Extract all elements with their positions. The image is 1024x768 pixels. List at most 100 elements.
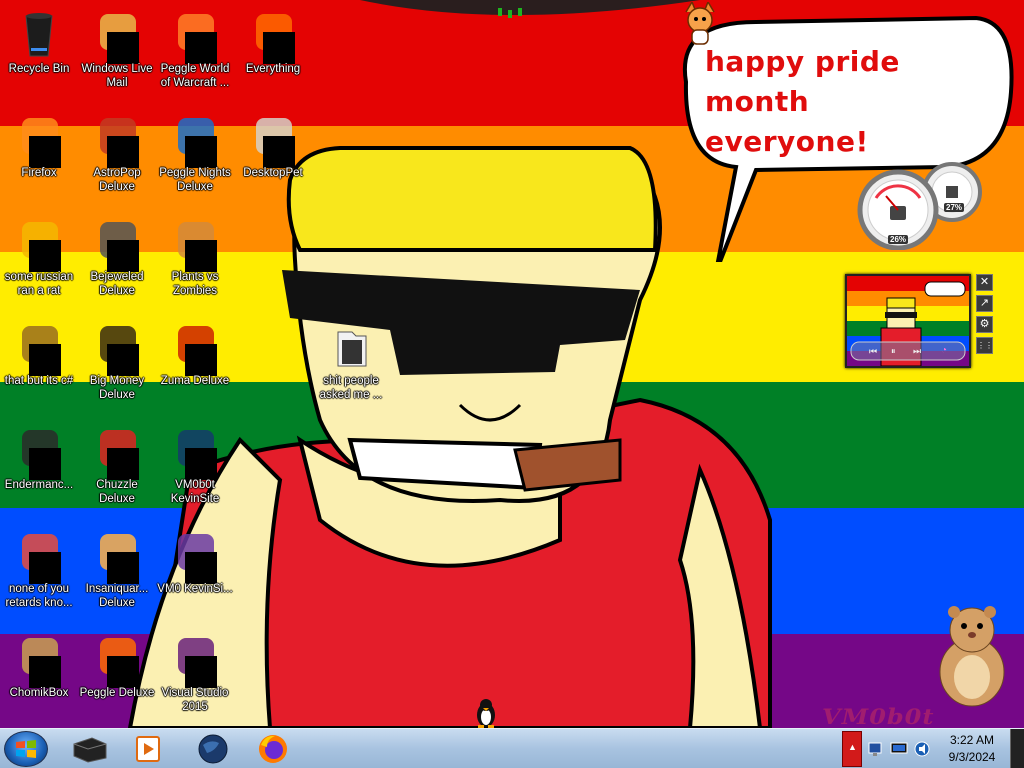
desktop-icon[interactable]: ChomikBox (0, 628, 78, 724)
desktop-icon-label: Chuzzle Deluxe (96, 479, 138, 505)
gadget-options-button[interactable]: ⚙ (976, 316, 993, 333)
desktop-icon[interactable]: Visual Studio 2015 (156, 628, 234, 724)
redacted-icon-mask (185, 448, 217, 480)
redacted-icon-mask (107, 136, 139, 168)
fox-pet-icon[interactable] (682, 2, 718, 46)
desktop-icon[interactable]: Plants vs Zombies (156, 212, 234, 308)
desktop-icon[interactable]: Windows Live Mail (78, 4, 156, 100)
taskbar-app-media-player[interactable] (120, 730, 178, 767)
redacted-icon-mask (185, 32, 217, 64)
desktop-icon[interactable]: AstroPop Deluxe (78, 108, 156, 204)
hamster-pet-icon[interactable] (932, 602, 1012, 707)
clock-time[interactable]: 3:22 AM (934, 733, 1010, 747)
desktop-icon-label: shit people asked me ... (319, 375, 383, 401)
redacted-icon-mask (29, 656, 61, 688)
desktop-icon[interactable]: Zuma Deluxe (156, 316, 234, 412)
desktop-icon[interactable]: VM0 KevinSi... (156, 524, 234, 620)
desktop-icon[interactable]: shit people asked me ... (312, 316, 390, 412)
redacted-icon-mask (107, 240, 139, 272)
redacted-icon-mask (107, 32, 139, 64)
app-icon (14, 218, 64, 272)
start-button[interactable] (4, 731, 48, 767)
memory-percent: 27% (944, 203, 965, 212)
desktop-icon[interactable]: that but its c# (0, 316, 78, 412)
desktop-icon-label: Peggle Deluxe (79, 687, 155, 699)
bejeweled-icon (92, 218, 142, 272)
visual-studio-icon (170, 530, 220, 584)
desktop-icon-label: VM0b0t KevinSite (170, 479, 220, 505)
media-player-icon (136, 736, 160, 762)
peggle-icon (170, 10, 220, 64)
redacted-icon-mask (29, 136, 61, 168)
console-icon (14, 426, 64, 480)
desktop-icon[interactable]: Insaniquar... Deluxe (78, 524, 156, 620)
desktop-icon[interactable]: Big Money Deluxe (78, 316, 156, 412)
chuzzle-icon (92, 426, 142, 480)
speech-bubble-text: happy pride month everyone! (705, 42, 995, 162)
desktop-icon[interactable]: Firefox (0, 108, 78, 204)
windows-logo-icon (16, 740, 36, 758)
media-player-gadget[interactable]: ⏮ ⏸ ⏭ ◔ (845, 274, 971, 368)
next-track-icon[interactable]: ⏭ (913, 346, 921, 357)
gadget-close-button[interactable]: ✕ (976, 274, 993, 291)
redacted-icon-mask (107, 344, 139, 376)
desktop-icon[interactable]: Endermanc... (0, 420, 78, 516)
desktop-icon[interactable]: Chuzzle Deluxe (78, 420, 156, 516)
taskbar-app-explorer[interactable] (60, 730, 118, 767)
tray-expand-button[interactable]: ▲ (842, 731, 862, 767)
globe-icon (198, 734, 228, 764)
gadget-drag-handle[interactable]: ⋮⋮ (976, 337, 993, 354)
desktop-icon-label: Zuma Deluxe (160, 375, 230, 387)
pause-icon[interactable]: ⏸ (891, 346, 896, 357)
desktop-pet-icon (248, 114, 298, 168)
redacted-icon-mask (107, 552, 139, 584)
website-icon (170, 426, 220, 480)
zuma-icon (170, 322, 220, 376)
desktop-icon-label: Peggle Nights Deluxe (159, 167, 231, 193)
speaker-icon[interactable] (914, 741, 932, 757)
redacted-icon-mask (29, 552, 61, 584)
peggle-nights-icon (170, 114, 220, 168)
desktop-icon[interactable]: Everything (234, 4, 312, 100)
astropop-icon (92, 114, 142, 168)
penguin-pet-icon[interactable] (474, 698, 498, 728)
prev-track-icon[interactable]: ⏮ (869, 346, 877, 357)
show-desktop-button[interactable] (1010, 729, 1024, 768)
firefox-icon (14, 114, 64, 168)
desktop-icon[interactable]: DesktopPet (234, 108, 312, 204)
desktop-icon-label: Firefox (21, 167, 57, 179)
desktop-icon[interactable]: Peggle Deluxe (78, 628, 156, 724)
desktop-icon[interactable]: none of you retards kno... (0, 524, 78, 620)
redacted-icon-mask (263, 32, 295, 64)
search-icon (248, 10, 298, 64)
redacted-icon-mask (107, 448, 139, 480)
monitor-icon[interactable] (890, 741, 908, 757)
desktop-icon-label: Recycle Bin (8, 63, 70, 75)
firefox-icon (259, 735, 287, 763)
desktop-icon[interactable]: Recycle Bin (0, 4, 78, 100)
redacted-icon-mask (185, 240, 217, 272)
cpu-percent: 26% (888, 235, 909, 244)
desktop-icon[interactable]: some russian ran a rat (0, 212, 78, 308)
desktop-icon[interactable]: Peggle Nights Deluxe (156, 108, 234, 204)
desktop-icon-label: Windows Live Mail (81, 63, 153, 89)
desktop-icon[interactable]: Bejeweled Deluxe (78, 212, 156, 308)
peggle-icon (92, 634, 142, 688)
cpu-meter-gadget[interactable] (856, 160, 986, 250)
chomikbox-icon (14, 634, 64, 688)
desktop-icon-label: Big Money Deluxe (89, 375, 145, 401)
volume-icon[interactable]: ◔ (941, 345, 947, 356)
visual-studio-icon (170, 634, 220, 688)
network-icon[interactable] (868, 741, 884, 757)
gadget-resize-button[interactable]: ↗ (976, 295, 993, 312)
desktop-icon-label: DesktopPet (243, 167, 303, 179)
clock-date[interactable]: 9/3/2024 (934, 750, 1010, 764)
desktop-icon-label: Endermanc... (4, 479, 74, 491)
desktop-icon-label: Everything (245, 63, 301, 75)
explorer-icon (73, 737, 107, 763)
desktop-icon[interactable]: Peggle World of Warcraft ... (156, 4, 234, 100)
desktop-icon[interactable]: VM0b0t KevinSite (156, 420, 234, 516)
taskbar-app-firefox[interactable] (244, 730, 302, 767)
insaniquarium-icon (92, 530, 142, 584)
taskbar-app-globe[interactable] (184, 730, 242, 767)
